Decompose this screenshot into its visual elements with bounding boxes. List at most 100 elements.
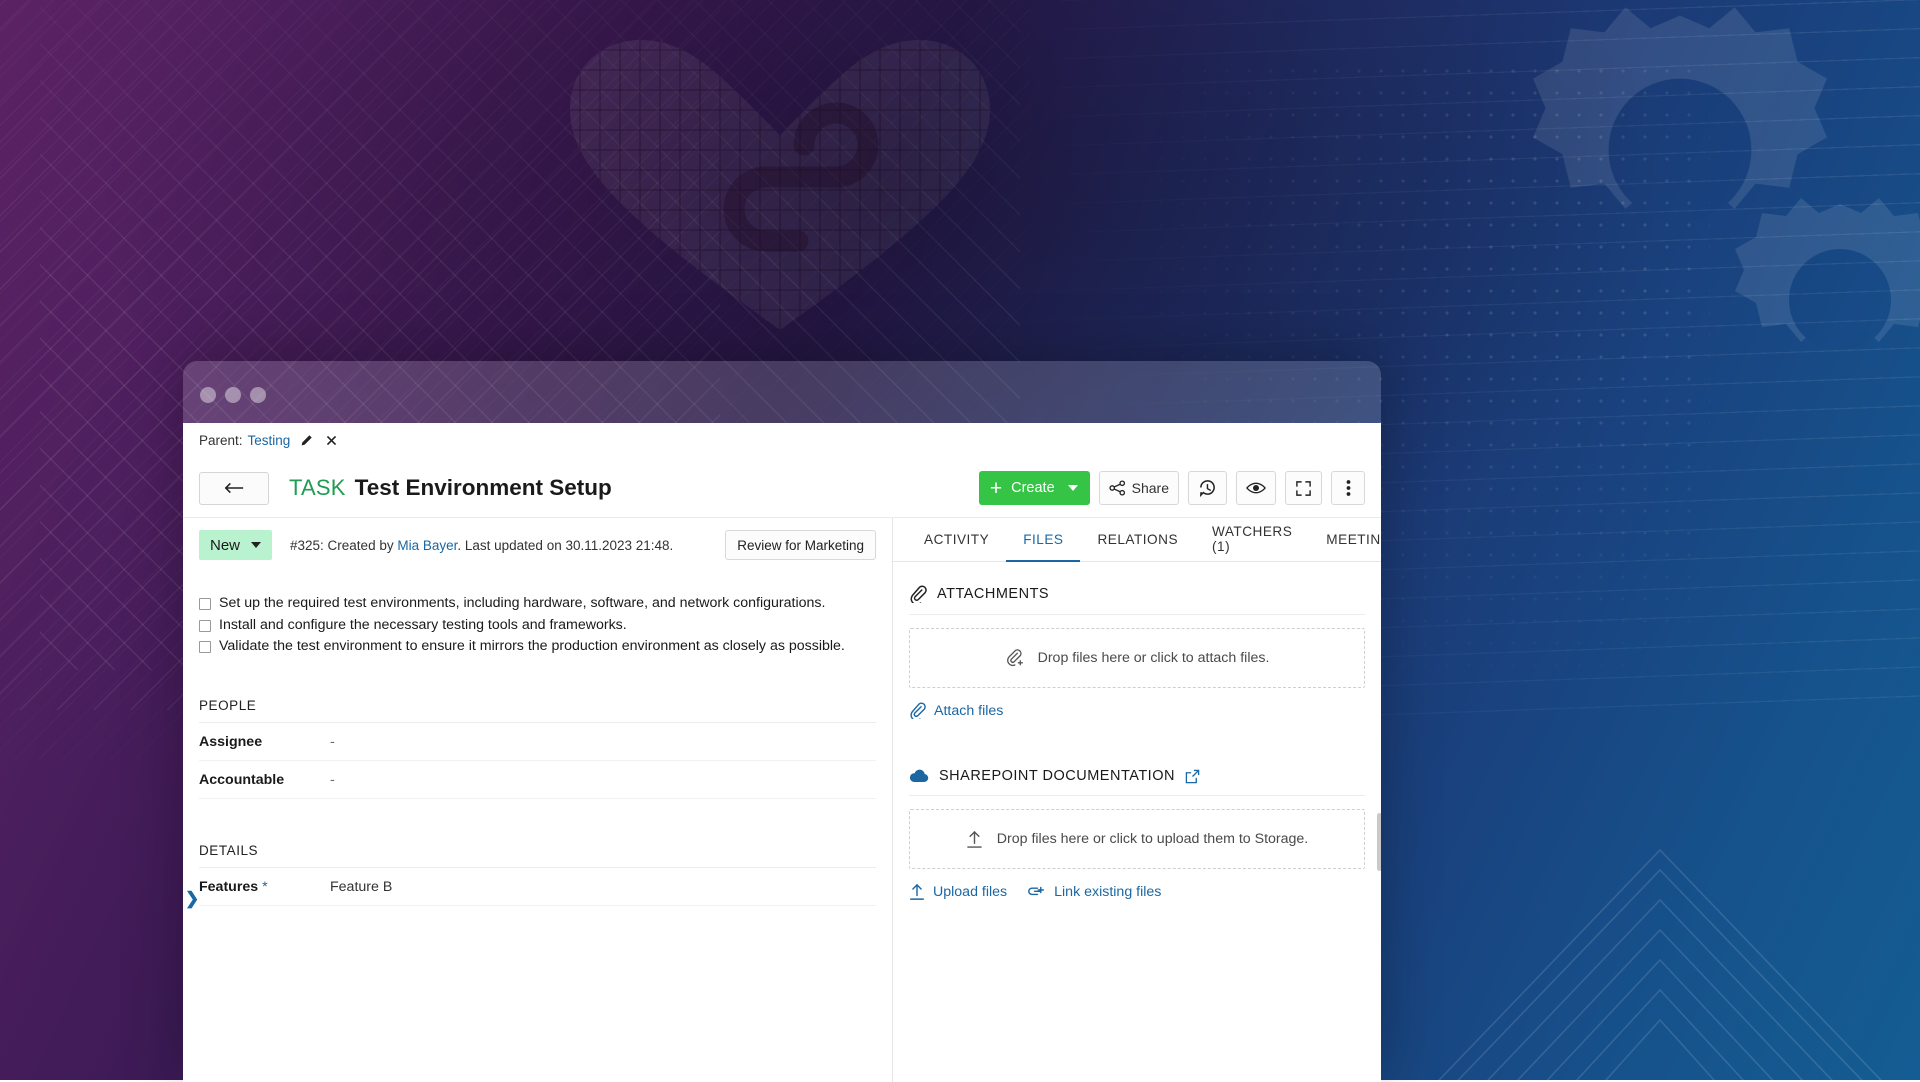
attachments-heading-label: ATTACHMENTS (937, 586, 1049, 602)
author-link[interactable]: Mia Bayer (397, 538, 457, 553)
section-title: PEOPLE (199, 698, 876, 723)
checkbox[interactable] (199, 598, 211, 610)
close-icon[interactable] (323, 432, 340, 449)
page-header: TASK Test Environment Setup + Create (183, 457, 1381, 517)
paperclip-plus-icon (1005, 649, 1024, 668)
work-package-meta: #325: Created by Mia Bayer. Last updated… (290, 538, 673, 553)
review-for-marketing-button[interactable]: Review for Marketing (725, 530, 876, 560)
field-features: Features * Feature B (199, 868, 876, 906)
section-people: PEOPLE Assignee - Accountable - (183, 698, 892, 799)
more-menu-button[interactable] (1331, 471, 1365, 505)
sharepoint-heading: SHAREPOINT DOCUMENTATION (909, 745, 1365, 796)
checkbox[interactable] (199, 641, 211, 653)
tab-meetings[interactable]: MEETINGS (1309, 518, 1381, 562)
header-actions: + Create Share (979, 471, 1365, 505)
paperclip-icon (909, 702, 926, 719)
field-value[interactable]: - (330, 734, 335, 750)
checkbox[interactable] (199, 620, 211, 632)
breadcrumb: Parent: Testing (183, 423, 1381, 457)
field-value[interactable]: - (330, 772, 335, 788)
checklist-item: Validate the test environment to ensure … (199, 638, 876, 654)
link-plus-icon (1027, 884, 1046, 900)
status-badge[interactable]: New (199, 530, 272, 560)
paperclip-icon (909, 585, 927, 603)
plus-icon: + (990, 478, 1002, 499)
tab-files[interactable]: FILES (1006, 518, 1080, 562)
field-accountable: Accountable - (199, 761, 876, 799)
upload-files-label: Upload files (933, 884, 1007, 900)
checklist-item-label: Install and configure the necessary test… (219, 617, 627, 633)
sharepoint-heading-label: SHAREPOINT DOCUMENTATION (939, 768, 1175, 784)
status-badge-label: New (210, 537, 240, 554)
chevron-right-icon[interactable]: ❯ (185, 890, 199, 907)
checklist-item-label: Set up the required test environments, i… (219, 595, 825, 611)
external-link-icon[interactable] (1185, 769, 1200, 784)
upload-icon (909, 883, 925, 901)
attachments-dropzone[interactable]: Drop files here or click to attach files… (909, 628, 1365, 688)
field-label: Features * (199, 879, 330, 895)
sharepoint-block: SHAREPOINT DOCUMENTATION (893, 745, 1381, 901)
watch-button[interactable] (1236, 471, 1276, 505)
checklist-item: Install and configure the necessary test… (199, 617, 876, 633)
sharepoint-dropzone-label: Drop files here or click to upload them … (997, 831, 1309, 847)
fullscreen-button[interactable] (1285, 471, 1322, 505)
breadcrumb-parent-link[interactable]: Testing (248, 433, 291, 448)
window-close-dot[interactable] (200, 387, 216, 403)
attachments-links: Attach files (909, 702, 1365, 719)
meta-suffix: . Last updated on 30.11.2023 21:48. (457, 538, 673, 553)
tab-bar: ACTIVITY FILES RELATIONS WATCHERS (1) ME… (893, 518, 1381, 562)
breadcrumb-label: Parent: (199, 433, 243, 448)
field-label: Accountable (199, 772, 330, 788)
scrollbar-thumb[interactable] (1377, 813, 1381, 871)
attach-files-link[interactable]: Attach files (909, 702, 1003, 719)
checklist-item: Set up the required test environments, i… (199, 595, 876, 611)
required-asterisk: * (258, 879, 267, 895)
attachments-block: ATTACHMENTS Drop files here or click to … (893, 562, 1381, 719)
description: Set up the required test environments, i… (183, 570, 892, 654)
status-row: New #325: Created by Mia Bayer. Last upd… (183, 518, 892, 570)
share-button[interactable]: Share (1099, 471, 1179, 505)
work-package-type: TASK (289, 475, 346, 501)
sharepoint-dropzone[interactable]: Drop files here or click to upload them … (909, 809, 1365, 869)
caret-down-icon (1068, 485, 1078, 491)
field-label-text: Features (199, 879, 258, 895)
tab-relations[interactable]: RELATIONS (1080, 518, 1195, 562)
kebab-menu-icon (1346, 479, 1351, 497)
field-assignee: Assignee - (199, 723, 876, 761)
meta-prefix: #325: Created by (290, 538, 397, 553)
attach-files-label: Attach files (934, 703, 1003, 719)
link-existing-files-link[interactable]: Link existing files (1027, 884, 1161, 900)
create-button-label: Create (1011, 480, 1055, 496)
create-button[interactable]: + Create (979, 471, 1090, 505)
attachments-heading: ATTACHMENTS (909, 562, 1365, 615)
window-minimize-dot[interactable] (225, 387, 241, 403)
left-pane: ❯ New #325: Created by Mia Bayer. Last u… (183, 518, 892, 1082)
link-existing-label: Link existing files (1054, 884, 1161, 900)
eye-icon (1246, 481, 1266, 495)
share-nodes-icon (1109, 480, 1126, 496)
tab-watchers[interactable]: WATCHERS (1) (1195, 518, 1309, 562)
window-maximize-dot[interactable] (250, 387, 266, 403)
upload-files-link[interactable]: Upload files (909, 883, 1007, 901)
pencil-icon[interactable] (298, 432, 315, 449)
tab-activity[interactable]: ACTIVITY (907, 518, 1006, 562)
attachments-dropzone-label: Drop files here or click to attach files… (1038, 650, 1270, 666)
share-button-label: Share (1132, 480, 1169, 496)
page-title: TASK Test Environment Setup (289, 475, 612, 501)
app-content: Parent: Testing TASK Test Environment Se… (183, 423, 1381, 1082)
activity-history-button[interactable] (1188, 471, 1227, 505)
cloud-icon (909, 769, 929, 783)
caret-down-icon (251, 542, 261, 548)
checklist-item-label: Validate the test environment to ensure … (219, 638, 845, 654)
comment-history-icon (1198, 479, 1217, 497)
back-button[interactable] (199, 472, 269, 505)
field-label: Assignee (199, 734, 330, 750)
section-title: DETAILS (199, 843, 876, 868)
section-details: DETAILS Features * Feature B (183, 843, 892, 906)
upload-icon (966, 830, 983, 849)
field-value[interactable]: Feature B (330, 879, 392, 895)
arrow-left-icon (223, 481, 245, 495)
window-titlebar[interactable] (183, 361, 1381, 423)
right-pane: ACTIVITY FILES RELATIONS WATCHERS (1) ME… (892, 518, 1381, 1082)
work-package-subject[interactable]: Test Environment Setup (355, 475, 612, 501)
